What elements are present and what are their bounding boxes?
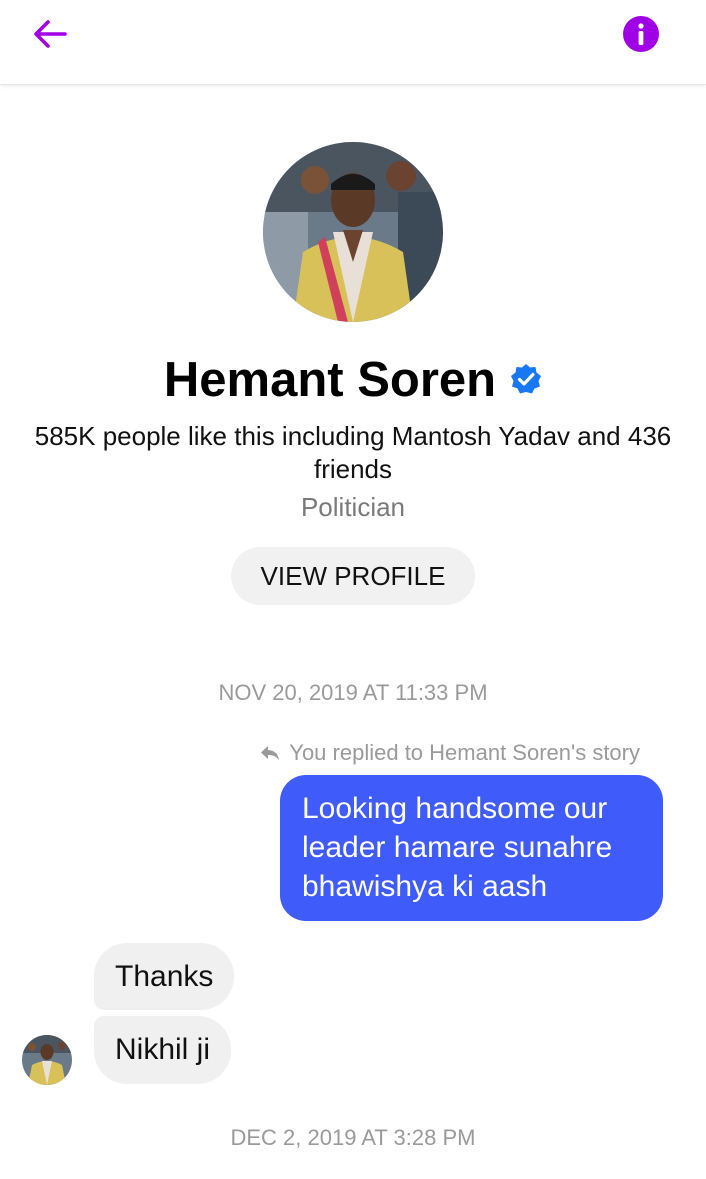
reply-arrow-icon [259, 744, 281, 762]
arrow-left-icon [34, 20, 67, 48]
story-reply-note: You replied to Hemant Soren's story [259, 740, 640, 766]
verified-badge-icon [510, 349, 542, 409]
profile-avatar[interactable] [263, 142, 443, 322]
incoming-message[interactable]: Nikhil ji [94, 1016, 232, 1084]
back-button[interactable] [26, 14, 74, 54]
message-timestamp: NOV 20, 2019 AT 11:33 PM [218, 680, 488, 705]
profile-category: Politician [300, 492, 406, 522]
message-timestamp: DEC 2, 2019 AT 3:28 PM [230, 1125, 476, 1150]
likes-summary: 585K people like this including Mantosh … [34, 421, 672, 484]
info-icon [623, 16, 659, 52]
profile-name-row: Hemant Soren [0, 350, 706, 413]
reply-note-text: You replied to Hemant Soren's story [289, 740, 640, 765]
view-profile-button[interactable]: VIEW PROFILE [231, 547, 475, 605]
sender-avatar[interactable] [22, 1035, 72, 1085]
incoming-message[interactable]: Thanks [94, 943, 235, 1010]
profile-name: Hemant Soren [163, 353, 497, 407]
top-bar [0, 0, 706, 85]
info-button[interactable] [620, 13, 662, 55]
outgoing-message[interactable]: Looking handsome our leader hamare sunah… [280, 775, 663, 921]
